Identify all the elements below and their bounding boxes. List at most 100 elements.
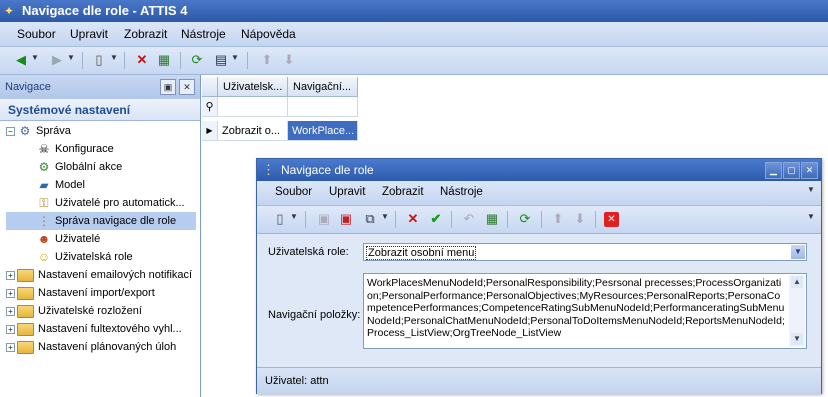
undo-icon[interactable]: ↶ — [460, 210, 478, 228]
maximize-icon[interactable]: ▢ — [783, 162, 800, 179]
tree-item-uzivatelske-rozlozeni[interactable]: + Uživatelské rozložení — [6, 302, 196, 320]
expand-icon[interactable]: + — [6, 306, 15, 316]
chevron-down-icon[interactable]: ▼ — [381, 212, 389, 221]
chevron-down-icon[interactable]: ▼ — [231, 53, 239, 62]
tree-item-nastaveni-fultextoveho-vyhl[interactable]: + Nastavení fultextového vyhl... — [6, 320, 196, 338]
menu-soubor[interactable]: Soubor — [17, 27, 56, 41]
role-combobox[interactable]: Zobrazit osobní menu ▼ — [363, 243, 807, 261]
row-indicator-icon[interactable]: ▶ — [202, 121, 218, 141]
main-menu-bar: Soubor Upravit Zobrazit Nástroje Nápověd… — [0, 22, 828, 47]
save-close-icon[interactable]: ▣ — [337, 210, 355, 228]
folder-icon — [17, 286, 34, 300]
menu-upravit[interactable]: Upravit — [70, 27, 108, 41]
layout-icon[interactable]: ▤ — [212, 51, 230, 69]
arrow-up-icon[interactable]: ⬆ — [258, 51, 276, 69]
tree-item-nastaveni-emailovych-notifikaci[interactable]: + Nastavení emailových notifikací — [6, 266, 196, 284]
grid-edit-icon[interactable]: ▦ — [483, 210, 501, 228]
tree-item-uzivatelska-role[interactable]: ☺ Uživatelská role — [6, 248, 196, 266]
arrow-down-icon[interactable]: ⬇ — [571, 210, 589, 228]
toolbar-separator — [180, 52, 181, 69]
new-document-icon[interactable]: ▯ — [90, 51, 108, 69]
tree-item-label: Model — [55, 179, 85, 191]
tree-item-nastaveni-import-export[interactable]: + Nastavení import/export — [6, 284, 196, 302]
close-icon[interactable]: ✕ — [179, 79, 195, 95]
delete-icon[interactable]: ✕ — [404, 210, 422, 228]
app-title: Navigace dle role - ATTIS 4 — [22, 3, 188, 18]
navigation-items-text: WorkPlacesMenuNodeId;PersonalResponsibil… — [367, 277, 785, 339]
folder-icon — [17, 268, 34, 282]
section-title: Systémové nastavení — [8, 103, 131, 117]
collapse-icon[interactable]: − — [6, 126, 15, 136]
dialog-window: ⋮ Navigace dle role ▁ ▢ ✕ Soubor Upravit… — [256, 158, 822, 394]
chevron-down-icon[interactable]: ▼ — [807, 212, 817, 227]
tree-item-sprava[interactable]: − ⚙ Správa — [6, 122, 196, 140]
navigation-items-textarea[interactable]: WorkPlacesMenuNodeId;PersonalResponsibil… — [363, 273, 807, 349]
new-document-icon[interactable]: ▯ — [271, 210, 289, 228]
tree-item-uzivatele-pro-automatick[interactable]: ⚿ Uživatelé pro automatick... — [6, 194, 196, 212]
toolbar-separator — [595, 211, 596, 228]
tree-item-konfigurace[interactable]: ☠ Konfigurace — [6, 140, 196, 158]
chevron-down-icon[interactable]: ▼ — [791, 245, 805, 259]
dialog-menu-soubor[interactable]: Soubor — [275, 186, 312, 198]
arrow-down-icon[interactable]: ⬇ — [280, 51, 298, 69]
chevron-down-icon[interactable]: ▼ — [110, 53, 118, 62]
grid-cell[interactable]: Zobrazit o... — [218, 121, 288, 141]
filter-icon[interactable]: ⚲ — [202, 97, 218, 117]
menu-zobrazit[interactable]: Zobrazit — [124, 27, 167, 41]
dialog-menu-nastroje[interactable]: Nástroje — [440, 186, 483, 198]
copy-icon[interactable]: ⧉ — [361, 210, 379, 228]
chevron-down-icon[interactable]: ▼ — [67, 53, 75, 62]
save-icon[interactable]: ▣ — [315, 210, 333, 228]
chevron-down-icon[interactable]: ▼ — [807, 185, 817, 200]
dialog-menu-zobrazit[interactable]: Zobrazit — [382, 186, 424, 198]
back-icon[interactable]: ◀ — [12, 51, 30, 69]
refresh-icon[interactable]: ⟳ — [516, 210, 534, 228]
chevron-down-icon[interactable]: ▼ — [31, 53, 39, 62]
expand-icon[interactable]: + — [6, 342, 15, 352]
vertical-scrollbar[interactable]: ▲ ▼ — [789, 275, 805, 347]
tree-item-sprava-navigace-dle-role[interactable]: ⋮ Správa navigace dle role — [6, 212, 196, 230]
main-toolbar: ◀ ▼ ▶ ▼ ▯ ▼ ✕ ▦ ⟳ ▤ ▼ ⬆ ⬇ — [0, 47, 828, 75]
delete-icon[interactable]: ✕ — [133, 51, 151, 69]
refresh-icon[interactable]: ⟳ — [188, 51, 206, 69]
tree-item-nastaveni-planovanych-uloh[interactable]: + Nastavení plánovaných úloh — [6, 338, 196, 356]
tree-item-globalni-akce[interactable]: ⚙ Globální akce — [6, 158, 196, 176]
folder-icon — [17, 340, 34, 354]
section-header[interactable]: Systémové nastavení — [0, 99, 200, 121]
filter-cell[interactable] — [218, 97, 288, 117]
toolbar-separator — [541, 211, 542, 228]
expand-icon[interactable]: + — [6, 288, 15, 298]
tree-item-label: Uživatelé — [55, 233, 101, 245]
filter-cell[interactable] — [288, 97, 358, 117]
menu-napoveda[interactable]: Nápověda — [241, 27, 296, 41]
grid-edit-icon[interactable]: ▦ — [155, 51, 173, 69]
navigation-pane: Navigace ▣ ✕ Systémové nastavení − ⚙ Spr… — [0, 75, 201, 397]
tree-item-label: Konfigurace — [55, 143, 114, 155]
dialog-menu-upravit[interactable]: Upravit — [329, 186, 365, 198]
scroll-up-icon[interactable]: ▲ — [791, 276, 803, 288]
forward-icon[interactable]: ▶ — [48, 51, 66, 69]
dialog-toolbar: ▯ ▼ ▣ ▣ ⧉ ▼ ✕ ✔ ↶ ▦ ⟳ ⬆ ⬇ ✕ ▼ — [257, 206, 821, 234]
check-icon[interactable]: ✔ — [427, 210, 445, 228]
minimize-icon[interactable]: ▁ — [765, 162, 782, 179]
column-header-navigacni-polozky[interactable]: Navigační... — [288, 77, 358, 97]
user-key-icon: ⚿ — [39, 195, 49, 210]
scroll-down-icon[interactable]: ▼ — [791, 333, 803, 345]
expand-icon[interactable]: + — [6, 324, 15, 334]
toolbar-separator — [124, 52, 125, 69]
arrow-up-icon[interactable]: ⬆ — [549, 210, 567, 228]
tree-item-label: Správa — [36, 125, 71, 137]
tree-item-uzivatele[interactable]: ☻ Uživatelé — [6, 230, 196, 248]
tree-item-model[interactable]: ▰ Model — [6, 176, 196, 194]
close-icon[interactable]: ✕ — [801, 162, 818, 179]
toolbar-separator — [395, 211, 396, 228]
dialog-title-bar[interactable]: ⋮ Navigace dle role ▁ ▢ ✕ — [257, 159, 821, 181]
tree-item-label: Nastavení plánovaných úloh — [38, 341, 177, 353]
expand-icon[interactable]: + — [6, 270, 15, 280]
column-header-uzivatelska-role[interactable]: Uživatelsk... — [218, 77, 288, 97]
chevron-down-icon[interactable]: ▼ — [290, 212, 298, 221]
cancel-icon[interactable]: ✕ — [604, 212, 619, 227]
menu-nastroje[interactable]: Nástroje — [181, 27, 226, 41]
pin-icon[interactable]: ▣ — [160, 79, 176, 95]
grid-cell-selected[interactable]: WorkPlace... — [288, 121, 358, 141]
